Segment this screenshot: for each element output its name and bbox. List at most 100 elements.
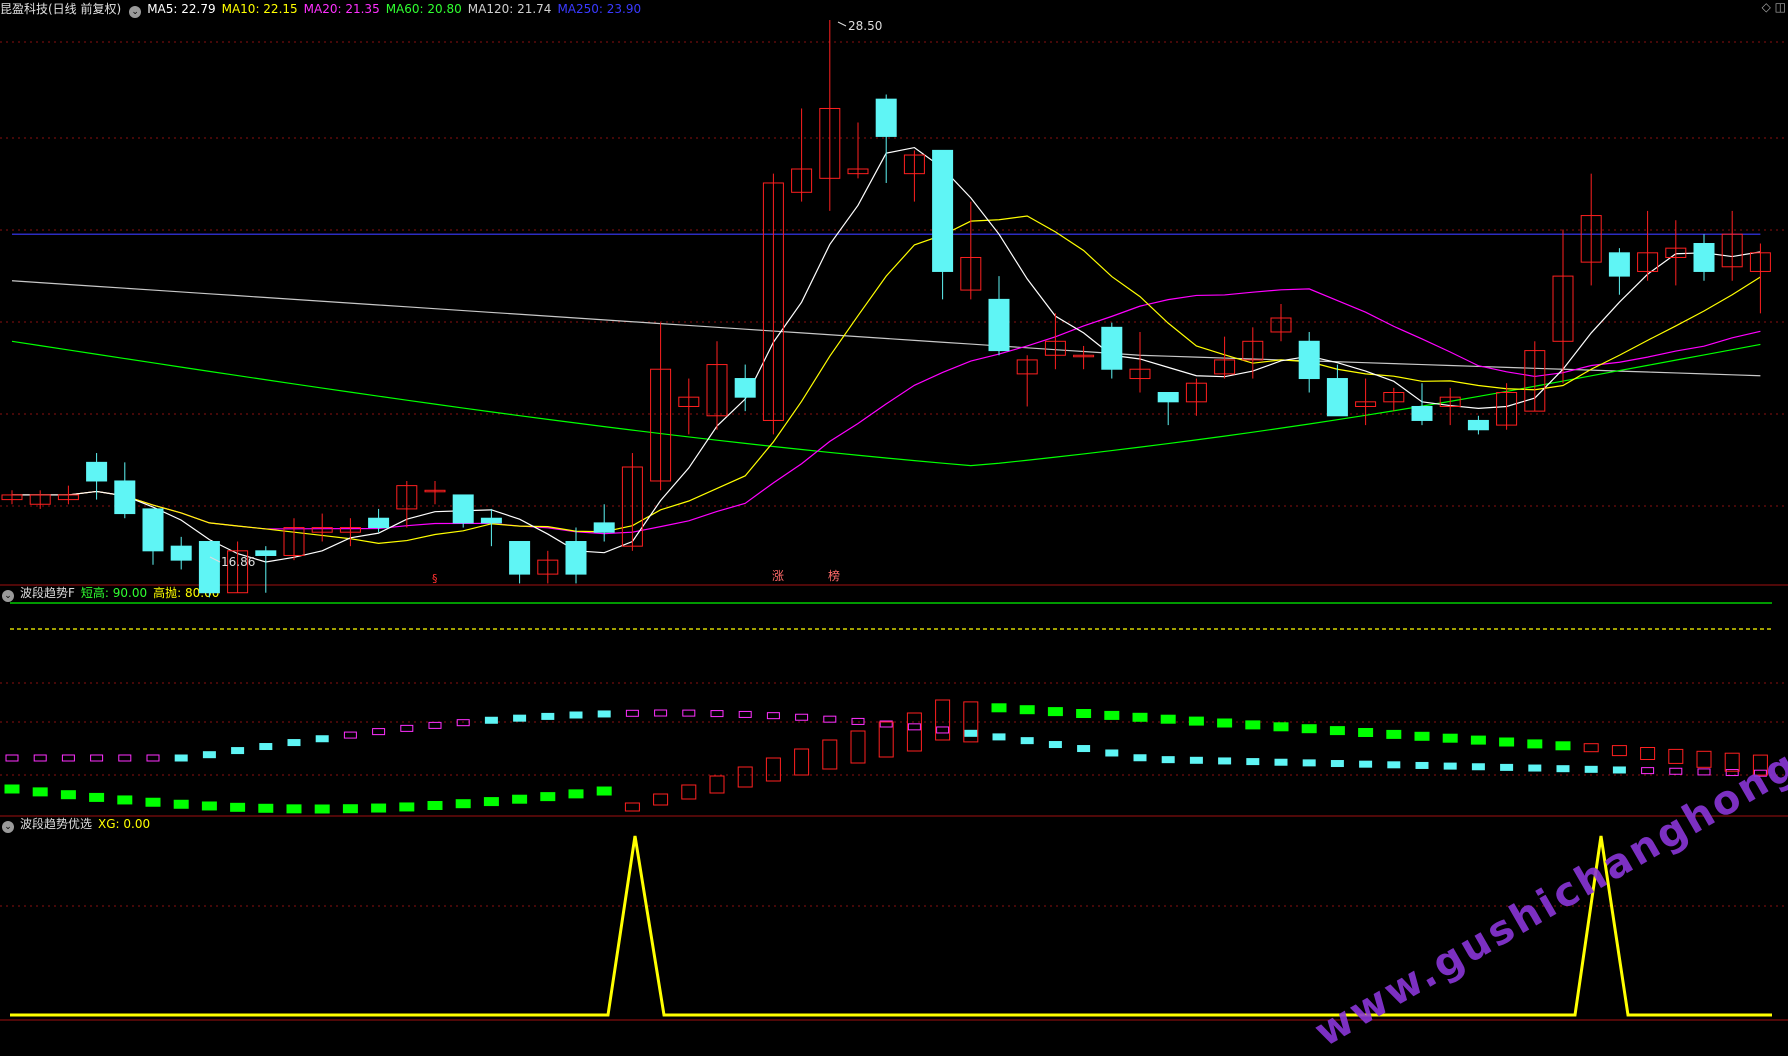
wave-lower-bar <box>1386 729 1402 739</box>
ma20-line <box>12 288 1761 535</box>
wave-upper-bar <box>569 711 583 719</box>
high-price-label: 28.50 <box>848 19 882 33</box>
wave-lower-bar <box>258 803 274 813</box>
candle-down <box>1101 326 1123 370</box>
wave-upper-bar <box>1077 745 1091 753</box>
candle-down <box>509 541 531 575</box>
wave-lower-bar <box>173 799 189 809</box>
wave-lower-bar <box>1132 712 1148 722</box>
wave-lower-bar <box>568 789 584 799</box>
wave-lower-bar <box>1076 709 1092 718</box>
wave-lower-bar <box>1160 714 1176 724</box>
candle-down <box>565 541 587 575</box>
wave-lower-bar <box>596 786 612 796</box>
wave-upper-bar <box>484 716 498 724</box>
wave-lower-bar <box>1245 720 1261 730</box>
wave-lower-bar <box>653 793 669 806</box>
wave-upper-bar <box>541 712 555 720</box>
wave-upper-bar <box>1048 741 1062 749</box>
wave-lower-bar <box>737 766 753 788</box>
wave-lower-bar <box>1329 726 1345 736</box>
wave-upper-bar <box>5 754 19 762</box>
wave-upper-bar <box>118 754 132 762</box>
wave-lower-bar <box>540 792 556 802</box>
wave-upper-bar <box>907 723 921 731</box>
wave-upper-bar <box>146 754 160 762</box>
wave-lower-bar <box>427 800 443 810</box>
wave-lower-bar <box>145 797 161 807</box>
candle-down <box>1157 392 1179 403</box>
wave-upper-bar <box>287 739 301 747</box>
wave-upper-bar <box>456 719 470 727</box>
wave-lower-bar <box>1414 731 1430 741</box>
wave-upper-bar <box>372 728 386 736</box>
wave-upper-bar <box>738 710 752 718</box>
wave-upper-bar <box>1330 760 1344 768</box>
wave-upper-bar <box>964 729 978 737</box>
wave-upper-bar <box>1302 759 1316 767</box>
wave-lower-bar <box>1555 741 1571 751</box>
wave-upper-bar <box>1133 754 1147 762</box>
high-leader <box>837 21 847 27</box>
candle-down <box>142 508 164 552</box>
indicator-f-panel <box>4 602 1772 814</box>
wave-upper-bar <box>428 721 442 729</box>
wave-lower-bar <box>624 802 640 812</box>
wave-lower-bar <box>850 730 866 764</box>
wave-upper-bar <box>682 709 696 717</box>
wave-lower-bar <box>1104 710 1120 720</box>
candle-down <box>875 98 897 137</box>
wave-lower-bar <box>935 699 951 741</box>
wave-upper-bar <box>1612 766 1626 774</box>
wave-upper-bar <box>400 724 414 732</box>
wave-lower-bar <box>765 757 781 782</box>
ma5-line <box>12 146 1761 563</box>
candle-down <box>198 541 220 594</box>
wave-lower-bar <box>1611 745 1627 757</box>
wave-upper-bar <box>1387 761 1401 769</box>
marker-2: 涨 <box>772 568 784 583</box>
wave-lower-bar <box>1358 728 1374 737</box>
wave-upper-bar <box>936 726 950 734</box>
wave-upper-bar <box>174 754 188 762</box>
wave-upper-bar <box>1471 763 1485 771</box>
ma10-line <box>12 215 1761 544</box>
wave-upper-bar <box>90 754 104 762</box>
wave-lower-bar <box>32 787 48 797</box>
wave-upper-bar <box>1189 756 1203 764</box>
wave-lower-bar <box>230 802 246 812</box>
wave-upper-bar <box>1105 749 1119 757</box>
wave-upper-bar <box>1697 768 1711 776</box>
wave-upper-bar <box>61 754 75 762</box>
wave-lower-bar <box>60 790 76 800</box>
wave-lower-bar <box>455 799 471 809</box>
candle-down <box>480 517 502 524</box>
marker-1: § <box>432 572 438 585</box>
wave-upper-bar <box>625 709 639 717</box>
wave-upper-bar <box>259 743 273 751</box>
candle-down <box>368 517 390 529</box>
stock-chart-canvas[interactable]: 28.50 16.86 § 涨 榜 <box>0 0 1788 1022</box>
wave-upper-bar <box>1641 767 1655 775</box>
candle-down <box>1467 419 1489 431</box>
wave-upper-bar <box>1359 760 1373 768</box>
wave-upper-bar <box>1161 756 1175 764</box>
wave-upper-bar <box>1669 767 1683 775</box>
wave-lower-bar <box>906 712 922 752</box>
wave-upper-bar <box>823 715 837 723</box>
wave-lower-bar <box>794 748 810 776</box>
wave-lower-bar <box>89 792 105 802</box>
candle-down <box>452 494 474 524</box>
wave-upper-bar <box>1246 758 1260 766</box>
wave-upper-bar <box>766 712 780 720</box>
wave-lower-bar <box>1047 707 1063 717</box>
wave-lower-bar <box>314 804 330 814</box>
candle-down <box>1411 405 1433 421</box>
wave-upper-bar <box>1500 763 1514 771</box>
wave-lower-bar <box>681 784 697 800</box>
wave-lower-bar <box>1696 750 1712 768</box>
wave-lower-bar <box>1442 733 1458 743</box>
marker-3: 榜 <box>828 568 840 583</box>
wave-upper-bar <box>795 713 809 721</box>
wave-lower-bar <box>1527 739 1543 749</box>
